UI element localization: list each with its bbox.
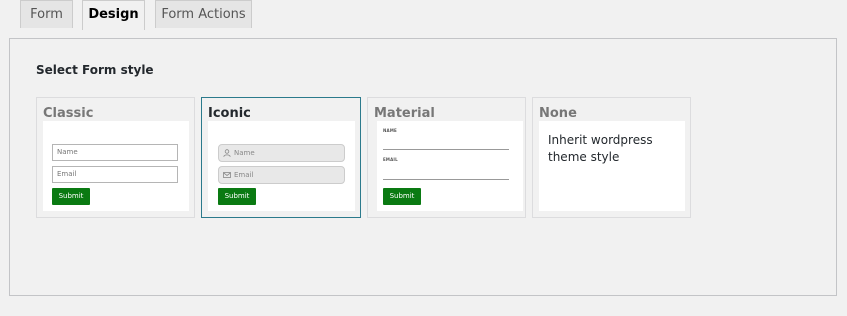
email-field-preview: Email: [218, 166, 345, 184]
style-card-none[interactable]: None Inherit wordpress theme style: [532, 97, 691, 218]
name-field-preview: Name: [52, 144, 178, 161]
none-preview: Inherit wordpress theme style: [539, 121, 685, 211]
tab-design[interactable]: Design: [82, 0, 145, 30]
email-underline: [383, 179, 509, 180]
name-label-preview: NAME: [383, 128, 397, 133]
classic-preview: Name Email Submit: [43, 121, 189, 211]
tab-form[interactable]: Form: [20, 0, 73, 28]
card-title: Classic: [43, 106, 94, 121]
none-description: Inherit wordpress theme style: [548, 133, 653, 164]
name-underline: [383, 149, 509, 150]
iconic-preview: Name Email Submit: [208, 121, 355, 211]
submit-button-preview: Submit: [383, 188, 421, 205]
tab-form-actions[interactable]: Form Actions: [155, 0, 252, 28]
email-placeholder: Email: [234, 171, 254, 179]
name-placeholder: Name: [234, 149, 255, 157]
section-title: Select Form style: [36, 63, 154, 77]
card-title: Material: [374, 106, 435, 121]
style-card-iconic[interactable]: Iconic Name Email Submit: [201, 97, 361, 218]
card-title: Iconic: [208, 106, 251, 121]
style-card-classic[interactable]: Classic Name Email Submit: [36, 97, 195, 218]
email-label-preview: EMAIL: [383, 157, 398, 162]
style-card-material[interactable]: Material NAME EMAIL Submit: [367, 97, 526, 218]
material-preview: NAME EMAIL Submit: [377, 121, 523, 211]
email-field-preview: Email: [52, 166, 178, 183]
submit-button-preview: Submit: [52, 188, 90, 205]
name-field-preview: Name: [218, 144, 345, 162]
submit-button-preview: Submit: [218, 188, 256, 205]
user-icon: [223, 149, 231, 157]
card-title: None: [539, 106, 577, 121]
envelope-icon: [223, 172, 231, 178]
